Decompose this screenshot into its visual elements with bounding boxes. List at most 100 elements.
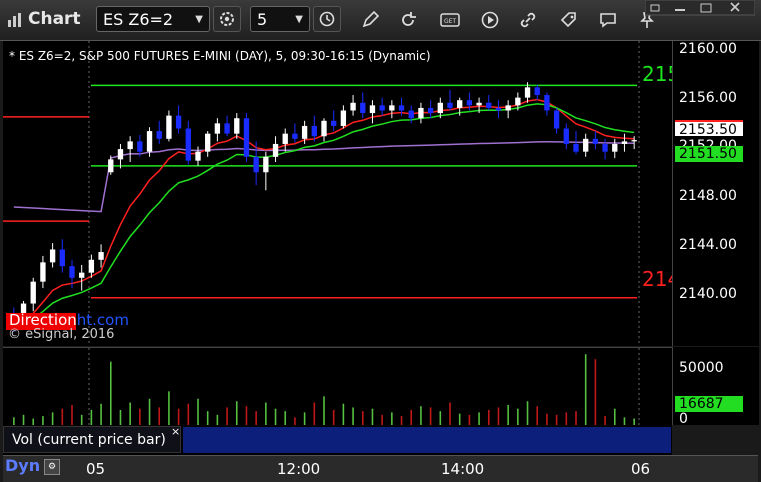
symbol-input[interactable]: ES Z6=2 ▼ bbox=[96, 6, 210, 32]
tag-icon[interactable] bbox=[559, 10, 579, 30]
volume-bar bbox=[565, 412, 568, 426]
title-bar: Chart ES Z6=2 ▼ 5 ▼ GET bbox=[0, 0, 761, 41]
time-template-button[interactable] bbox=[313, 6, 341, 32]
candle-body bbox=[311, 125, 317, 137]
play-icon[interactable] bbox=[480, 10, 500, 30]
close-icon[interactable]: × bbox=[171, 425, 180, 438]
chevron-down-icon[interactable]: ▼ bbox=[195, 7, 203, 33]
volume-bar bbox=[584, 354, 587, 426]
volume-bar bbox=[197, 398, 199, 426]
candle-body bbox=[117, 149, 124, 160]
candle-body bbox=[272, 143, 279, 157]
volume-bar bbox=[536, 406, 539, 426]
candle-body bbox=[515, 97, 521, 106]
volume-bar bbox=[594, 359, 597, 426]
candle-body bbox=[437, 102, 443, 114]
candle-body bbox=[234, 118, 240, 134]
candle-body bbox=[495, 107, 502, 111]
volume-axis[interactable]: 50000 0 16687 bbox=[672, 347, 759, 427]
volume-bar bbox=[352, 407, 354, 426]
candle-body bbox=[418, 107, 424, 119]
volume-bar bbox=[61, 408, 64, 426]
price-axis[interactable]: 2160.00 2156.00 2152.00 2148.00 2144.00 … bbox=[672, 41, 759, 346]
interval-input[interactable]: 5 ▼ bbox=[250, 6, 310, 32]
volume-chart-area[interactable] bbox=[3, 347, 672, 426]
candle-body bbox=[301, 125, 308, 139]
symbol-value: ES Z6=2 bbox=[103, 10, 174, 29]
candle-body bbox=[563, 128, 569, 144]
candle-body bbox=[185, 128, 191, 161]
volume-bar bbox=[361, 411, 364, 426]
candle-body bbox=[98, 252, 104, 260]
candle-body bbox=[544, 95, 550, 111]
volume-bar bbox=[245, 406, 248, 426]
gear-icon bbox=[220, 12, 234, 26]
candle-body bbox=[553, 110, 560, 129]
candle-body bbox=[195, 151, 201, 161]
volume-bar bbox=[313, 402, 316, 426]
candle-body bbox=[398, 105, 405, 111]
volume-bar bbox=[119, 409, 122, 426]
price-chart-area[interactable]: * ES Z6=2, S&P 500 FUTURES E-MINI (DAY),… bbox=[3, 41, 680, 346]
volume-bar bbox=[100, 403, 102, 426]
candle-body bbox=[524, 87, 531, 98]
volume-bar bbox=[168, 391, 170, 426]
last-price-tag: 2153.50 bbox=[675, 120, 743, 138]
volume-bar bbox=[284, 411, 287, 426]
candle-body bbox=[505, 105, 511, 111]
copyright-text: © eSignal, 2016 bbox=[8, 327, 115, 342]
time-tick-label: 05 bbox=[86, 460, 106, 478]
volume-bar bbox=[265, 402, 267, 426]
price-chart-svg bbox=[3, 41, 640, 346]
volume-bar bbox=[235, 401, 238, 426]
candle-body bbox=[263, 156, 269, 173]
chart-info-text: * ES Z6=2, S&P 500 FUTURES E-MINI (DAY),… bbox=[9, 49, 431, 63]
candle-body bbox=[321, 120, 327, 137]
dynamic-mode-label[interactable]: Dyn bbox=[5, 456, 40, 475]
candle-body bbox=[621, 141, 628, 144]
volume-study-label[interactable]: Vol (current price bar) bbox=[3, 426, 181, 453]
candle-body bbox=[466, 100, 473, 106]
candle-body bbox=[59, 249, 65, 267]
candle-body bbox=[282, 133, 288, 144]
chevron-down-icon[interactable]: ▼ bbox=[295, 7, 303, 33]
candle-body bbox=[292, 133, 298, 139]
volume-bar bbox=[158, 407, 161, 426]
candle-body bbox=[156, 131, 162, 139]
candle-body bbox=[408, 110, 414, 119]
time-tick-label: 06 bbox=[631, 460, 651, 478]
volume-bar bbox=[526, 401, 529, 426]
volume-bar bbox=[129, 402, 131, 426]
candle-body bbox=[88, 259, 95, 273]
candle-body bbox=[350, 102, 356, 111]
candle-body bbox=[447, 102, 453, 108]
price-tick-label: 2140.00 bbox=[679, 286, 737, 302]
candle-body bbox=[166, 115, 172, 139]
volume-bar bbox=[613, 408, 616, 426]
candle-body bbox=[108, 159, 114, 173]
link-icon[interactable] bbox=[518, 10, 538, 30]
time-tick-label: 12:00 bbox=[277, 460, 321, 478]
volume-bar bbox=[274, 408, 277, 426]
volume-bar bbox=[420, 406, 422, 426]
time-axis[interactable]: 05 12:00 14:00 06 bbox=[3, 455, 758, 482]
settings-icon[interactable]: ⚙ bbox=[44, 459, 60, 475]
volume-bar bbox=[449, 402, 451, 426]
comment-icon[interactable] bbox=[598, 10, 618, 30]
volume-bar bbox=[332, 409, 335, 426]
pencil-icon[interactable] bbox=[360, 10, 380, 30]
refresh-icon[interactable] bbox=[398, 10, 418, 30]
settings-button[interactable] bbox=[213, 6, 241, 32]
candle-body bbox=[331, 120, 337, 126]
price-tick-label: 2144.00 bbox=[679, 237, 737, 253]
candle-body bbox=[30, 281, 36, 304]
volume-bar bbox=[371, 408, 374, 426]
price-tick-label: 2148.00 bbox=[679, 188, 737, 204]
volume-bar bbox=[187, 403, 190, 426]
candle-body bbox=[127, 141, 133, 150]
window-buttons-icon[interactable] bbox=[644, 0, 756, 16]
get-quote-icon[interactable]: GET bbox=[440, 10, 460, 30]
volume-bar bbox=[323, 396, 325, 426]
volume-bar bbox=[342, 403, 345, 426]
volume-bar bbox=[410, 409, 413, 426]
